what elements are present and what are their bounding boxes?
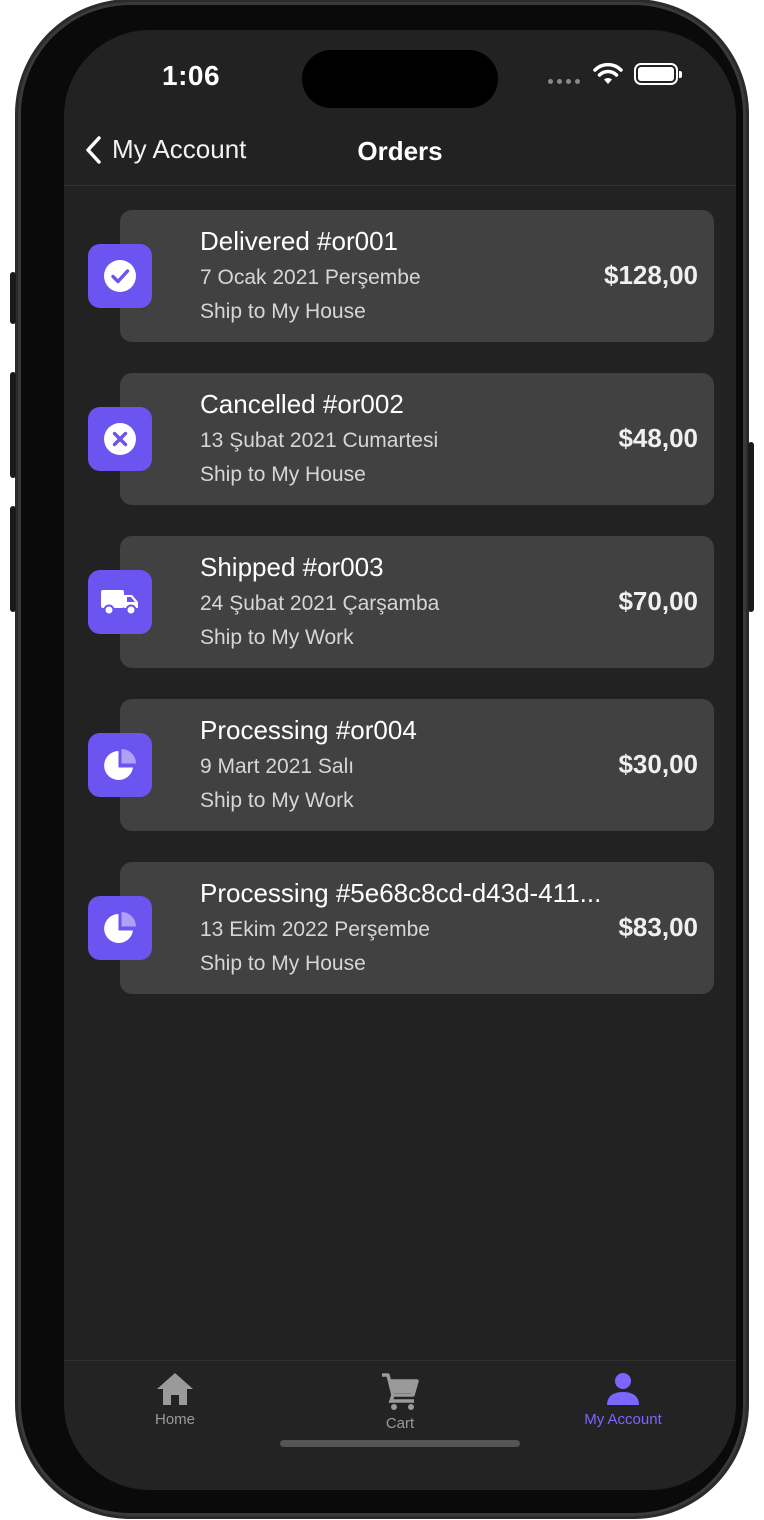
tab-cart-label: Cart bbox=[385, 1415, 415, 1432]
order-price: $30,00 bbox=[618, 749, 698, 779]
order-status-badge bbox=[88, 407, 152, 471]
tab-home-label: Home bbox=[154, 1411, 195, 1428]
order-title: Shipped #or003 bbox=[200, 552, 384, 582]
mute-switch bbox=[10, 272, 16, 324]
person-icon bbox=[607, 1373, 639, 1405]
order-date: 9 Mart 2021 Salı bbox=[200, 755, 355, 778]
order-status-badge bbox=[88, 570, 152, 634]
order-price: $48,00 bbox=[618, 423, 698, 453]
order-item[interactable]: Processing #or004 9 Mart 2021 Salı Ship … bbox=[88, 699, 714, 831]
order-title: Delivered #or001 bbox=[200, 226, 399, 256]
page-title: Orders bbox=[357, 136, 443, 166]
dynamic-island bbox=[302, 50, 498, 108]
order-date: 13 Şubat 2021 Cumartesi bbox=[200, 429, 439, 452]
order-ship-to: Ship to My House bbox=[200, 952, 366, 975]
screen: 1:06 My Account Orders Delivered #or001 … bbox=[64, 30, 736, 1490]
tab-cart[interactable]: Cart bbox=[325, 1371, 475, 1432]
cart-icon bbox=[382, 1373, 419, 1410]
order-title: Processing #or004 bbox=[200, 715, 417, 745]
order-date: 13 Ekim 2022 Perşembe bbox=[200, 918, 430, 941]
order-item[interactable]: Delivered #or001 7 Ocak 2021 Perşembe Sh… bbox=[88, 210, 714, 342]
order-ship-to: Ship to My House bbox=[200, 300, 366, 323]
order-status-badge bbox=[88, 244, 152, 308]
status-time: 1:06 bbox=[162, 60, 221, 91]
order-card[interactable]: Cancelled #or002 13 Şubat 2021 Cumartesi… bbox=[120, 373, 714, 505]
volume-up-button bbox=[10, 372, 16, 478]
signal-icon bbox=[548, 78, 580, 84]
x-circle-icon bbox=[104, 423, 136, 455]
order-price: $70,00 bbox=[618, 586, 698, 616]
order-item[interactable]: Shipped #or003 24 Şubat 2021 Çarşamba Sh… bbox=[88, 536, 714, 668]
order-card[interactable]: Delivered #or001 7 Ocak 2021 Perşembe Sh… bbox=[120, 210, 714, 342]
pie-chart-icon bbox=[104, 749, 136, 780]
order-date: 7 Ocak 2021 Perşembe bbox=[200, 266, 421, 289]
volume-down-button bbox=[10, 506, 16, 612]
navigation-bar: My Account Orders bbox=[64, 120, 736, 186]
tab-my-account[interactable]: My Account bbox=[548, 1371, 698, 1428]
order-ship-to: Ship to My Work bbox=[200, 789, 354, 812]
order-card[interactable]: Processing #5e68c8cd-d43d-411... 13 Ekim… bbox=[120, 862, 714, 994]
status-icons bbox=[548, 62, 682, 86]
home-indicator bbox=[280, 1440, 520, 1447]
order-ship-to: Ship to My Work bbox=[200, 626, 354, 649]
home-icon bbox=[157, 1373, 193, 1405]
order-item[interactable]: Cancelled #or002 13 Şubat 2021 Cumartesi… bbox=[88, 373, 714, 505]
order-status-badge bbox=[88, 733, 152, 797]
order-card[interactable]: Shipped #or003 24 Şubat 2021 Çarşamba Sh… bbox=[120, 536, 714, 668]
order-title: Processing #5e68c8cd-d43d-411... bbox=[200, 878, 602, 908]
truck-icon bbox=[101, 590, 138, 616]
pie-chart-icon bbox=[104, 912, 136, 943]
order-item[interactable]: Processing #5e68c8cd-d43d-411... 13 Ekim… bbox=[88, 862, 714, 994]
order-price: $83,00 bbox=[618, 912, 698, 942]
power-button bbox=[748, 442, 754, 612]
order-title: Cancelled #or002 bbox=[200, 389, 404, 419]
order-status-badge bbox=[88, 896, 152, 960]
order-card[interactable]: Processing #or004 9 Mart 2021 Salı Ship … bbox=[120, 699, 714, 831]
tab-bar: Home Cart My Account bbox=[64, 1360, 736, 1490]
tab-my-account-label: My Account bbox=[584, 1411, 662, 1428]
order-date: 24 Şubat 2021 Çarşamba bbox=[200, 592, 440, 615]
wifi-icon bbox=[593, 62, 623, 84]
phone-frame: 1:06 My Account Orders Delivered #or001 … bbox=[10, 2, 754, 1516]
battery-icon bbox=[634, 63, 682, 85]
order-ship-to: Ship to My House bbox=[200, 463, 366, 486]
tab-home[interactable]: Home bbox=[100, 1371, 250, 1428]
check-circle-icon bbox=[104, 260, 136, 292]
order-price: $128,00 bbox=[604, 260, 698, 290]
